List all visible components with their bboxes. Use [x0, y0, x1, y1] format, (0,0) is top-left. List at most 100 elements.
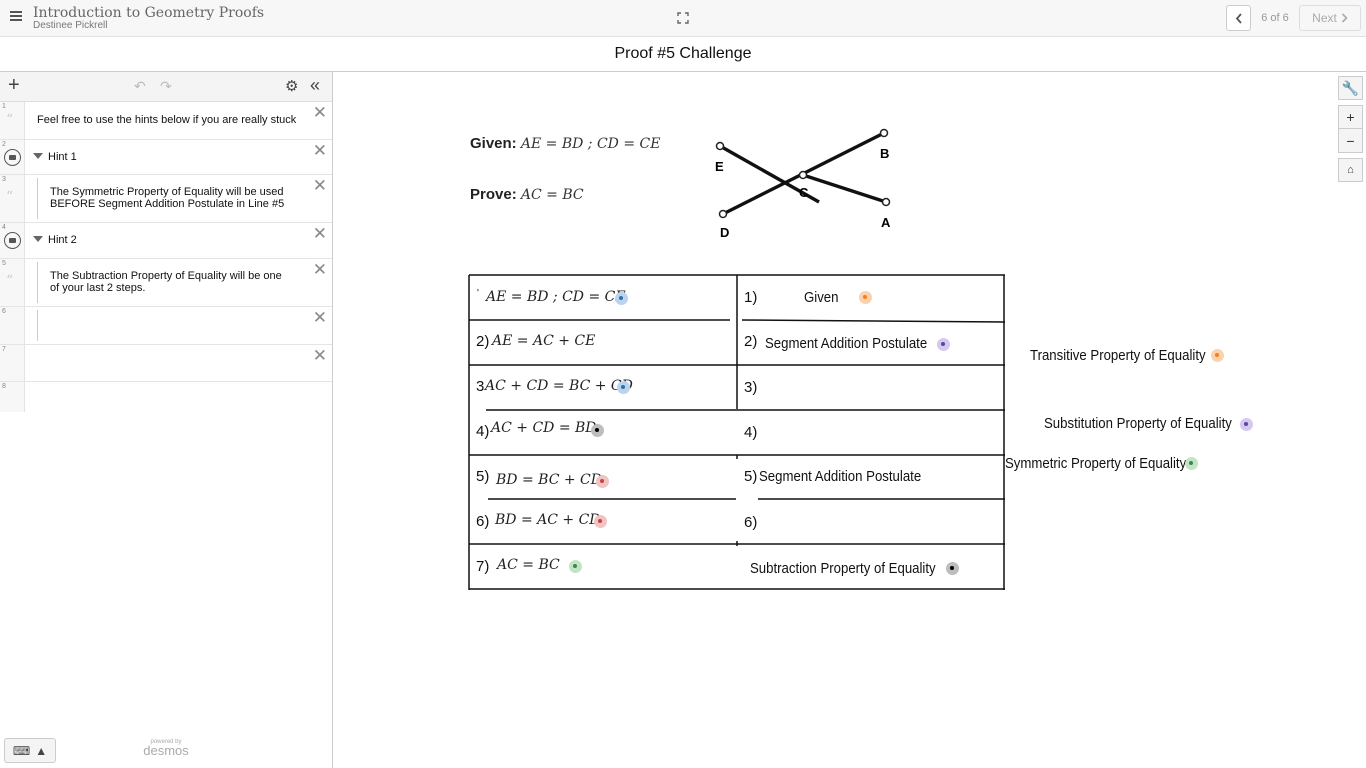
menu-icon[interactable]: [10, 11, 22, 21]
page-counter: 6 of 6: [1261, 12, 1289, 24]
expression-note[interactable]: 5 “ The Subtraction Property of Equality…: [0, 259, 332, 307]
delete-icon[interactable]: ✕: [313, 346, 327, 366]
statement-5-draggable-point[interactable]: [596, 475, 609, 488]
folder-hint-2[interactable]: 4 Hint 2 ✕: [0, 223, 332, 259]
brand-text: desmos: [143, 743, 189, 758]
prove-statement: Prove: AC = BC: [470, 186, 584, 203]
expression-number: 2: [2, 141, 6, 148]
delete-icon[interactable]: ✕: [313, 308, 327, 328]
delete-icon[interactable]: ✕: [313, 260, 327, 280]
folder-hint-1[interactable]: 2 Hint 1 ✕: [0, 140, 332, 175]
next-label: Next: [1312, 11, 1337, 25]
redo-icon[interactable]: ↷: [160, 78, 172, 95]
fullscreen-icon[interactable]: [677, 12, 689, 24]
folder-icon[interactable]: [4, 232, 21, 249]
expression-list: + ↶ ↷ ⚙ « 1 “ Feel free to use the hints…: [0, 72, 333, 768]
statement-1-number: ': [477, 288, 479, 299]
expression-empty[interactable]: 6 ✕: [0, 307, 332, 345]
add-item-icon[interactable]: +: [8, 75, 20, 95]
wrench-icon[interactable]: 🔧: [1338, 76, 1363, 100]
expression-note[interactable]: 1 “ Feel free to use the hints below if …: [0, 102, 332, 140]
bank-transitive-label: Transitive Property of Equality: [1030, 347, 1206, 364]
note-text: The Symmetric Property of Equality will …: [50, 186, 285, 210]
triangle-up-icon: ▲: [35, 743, 48, 758]
prove-math: AC = BC: [520, 187, 584, 203]
graph-paper[interactable]: 🔧 + − ⌂ Given: AE = BD ; CD = CE Prove: …: [334, 72, 1366, 768]
point-c: [798, 170, 808, 180]
row-line-1-right: [741, 319, 1006, 323]
expression-new[interactable]: 8: [0, 382, 332, 412]
activity-title: Introduction to Geometry Proofs: [33, 5, 265, 21]
label-b: B: [880, 146, 889, 161]
reason-3-number: 3): [744, 379, 758, 396]
statement-3-number: 3: [476, 378, 485, 395]
reason-7-text: Subtraction Property of Equality: [750, 560, 936, 577]
statement-4-draggable-point[interactable]: [591, 424, 604, 437]
triangle-down-icon[interactable]: [33, 153, 43, 159]
chevron-right-icon: [1341, 13, 1348, 23]
reason-1-draggable-point[interactable]: [859, 291, 872, 304]
given-statement: Given: AE = BD ; CD = CE: [470, 135, 660, 152]
note-text: The Subtraction Property of Equality wil…: [50, 270, 282, 294]
triangle-down-icon[interactable]: [33, 236, 43, 242]
gear-icon[interactable]: ⚙: [285, 77, 298, 95]
note-icon: “: [6, 189, 14, 205]
activity-author: Destinee Pickrell: [33, 20, 108, 31]
label-a: A: [881, 215, 891, 230]
statement-1-draggable-point[interactable]: [615, 292, 628, 305]
folder-indent: [37, 262, 38, 303]
reason-6-number: 6): [744, 514, 758, 531]
reason-2-text: Segment Addition Postulate: [765, 335, 928, 352]
reason-2-number: 2): [744, 333, 758, 350]
statement-2-number: 2): [476, 333, 490, 350]
bank-substitution-draggable-point[interactable]: [1240, 418, 1253, 431]
statement-6-math: BD = AC + CD: [495, 512, 601, 528]
folder-icon[interactable]: [4, 149, 21, 166]
statement-1-math: AE = BD ; CD = CE: [486, 289, 626, 305]
statement-7-math: AC = BC: [497, 557, 560, 573]
expression-number: 6: [2, 308, 6, 315]
intersecting-segments-figure: E B C D A: [715, 128, 891, 240]
statement-3-math: AC + CD = BC + CD: [485, 378, 633, 394]
keyboard-button[interactable]: ⌨ ▲: [4, 738, 56, 763]
reason-5-text: Segment Addition Postulate: [759, 468, 922, 485]
folder-indent: [37, 310, 38, 341]
reason-4-number: 4): [744, 424, 758, 441]
screen-title: Proof #5 Challenge: [0, 37, 1366, 72]
zoom-in-icon[interactable]: +: [1338, 105, 1363, 129]
bank-symmetric-draggable-point[interactable]: [1185, 457, 1198, 470]
expression-empty[interactable]: 7 ✕: [0, 345, 332, 382]
statement-6-number: 6): [476, 513, 490, 530]
bank-transitive-draggable-point[interactable]: [1211, 349, 1224, 362]
next-button[interactable]: Next: [1299, 5, 1361, 31]
note-icon: “: [6, 273, 14, 289]
delete-icon[interactable]: ✕: [313, 224, 327, 244]
desmos-logo: powered by desmos: [139, 739, 193, 757]
folder-label: Hint 1: [48, 151, 77, 163]
statement-3-draggable-point[interactable]: [617, 381, 630, 394]
zoom-out-icon[interactable]: −: [1338, 129, 1363, 153]
note-icon: “: [6, 112, 14, 128]
statement-2-math: AE = AC + CE: [492, 333, 596, 349]
collapse-list-icon[interactable]: «: [310, 75, 320, 96]
expression-number: 4: [2, 224, 6, 231]
segment-ca: [802, 173, 887, 204]
delete-icon[interactable]: ✕: [313, 103, 327, 123]
reason-1-number: 1): [744, 289, 758, 306]
previous-button[interactable]: [1226, 5, 1251, 31]
reason-7-draggable-point[interactable]: [946, 562, 959, 575]
delete-icon[interactable]: ✕: [313, 141, 327, 161]
statement-6-draggable-point[interactable]: [594, 515, 607, 528]
expression-number: 5: [2, 260, 6, 267]
statement-5-math: BD = BC + CD: [496, 472, 602, 488]
expression-note[interactable]: 3 “ The Symmetric Property of Equality w…: [0, 175, 332, 223]
prove-label: Prove:: [470, 186, 517, 203]
statement-7-draggable-point[interactable]: [569, 560, 582, 573]
statement-4-number: 4): [476, 423, 490, 440]
home-icon[interactable]: ⌂: [1338, 158, 1363, 182]
reason-2-draggable-point[interactable]: [937, 338, 950, 351]
label-c: C: [799, 185, 809, 200]
undo-icon[interactable]: ↶: [134, 78, 146, 95]
point-a: [881, 197, 891, 207]
delete-icon[interactable]: ✕: [313, 176, 327, 196]
